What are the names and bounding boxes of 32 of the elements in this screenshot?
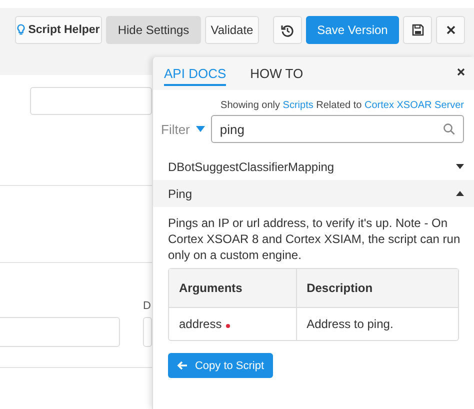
column-header: Description	[296, 269, 458, 308]
lightbulb-icon	[17, 24, 26, 36]
argument-name: address	[179, 317, 222, 331]
close-button[interactable]	[436, 16, 465, 44]
history-button[interactable]	[273, 16, 302, 44]
hide-settings-button[interactable]: Hide Settings	[106, 16, 201, 44]
caret-icon[interactable]	[196, 126, 205, 132]
caret-up-icon	[456, 191, 464, 196]
script-name: Ping	[168, 186, 192, 200]
close-icon	[446, 25, 456, 35]
script-row[interactable]: Ping	[153, 180, 474, 207]
field-label: D	[143, 300, 151, 312]
column-header: Arguments	[169, 269, 297, 308]
save-button[interactable]	[403, 16, 432, 44]
history-icon	[281, 24, 294, 36]
tab[interactable]: HOW TO	[250, 61, 304, 86]
script-name: DBotSuggestClassifierMapping	[168, 160, 334, 174]
close-icon[interactable]	[457, 68, 465, 76]
arrow-left-icon	[176, 361, 187, 370]
script-helper-button[interactable]: Script Helper	[15, 16, 102, 44]
validate-button[interactable]: Validate	[205, 16, 259, 44]
scope-note: Showing only Scripts Related to Cortex XSOAR Server	[220, 99, 465, 111]
input-field[interactable]	[30, 87, 152, 115]
search-field[interactable]: ping	[210, 115, 464, 143]
filter-label: Filter	[161, 122, 190, 136]
input-field[interactable]	[0, 317, 120, 347]
script-row[interactable]: DBotSuggestClassifierMapping	[153, 153, 474, 180]
script-description: Pings an IP or url address, to verify it's up. Note - On Cortex XSOAR 8 and Cortex XSIAM, the script can run only on a custom engine.	[167, 215, 462, 263]
save-icon	[412, 24, 424, 36]
search-icon	[443, 123, 455, 135]
caret-down-icon	[456, 164, 464, 169]
table-cell-text: Address to ping.	[306, 316, 394, 333]
